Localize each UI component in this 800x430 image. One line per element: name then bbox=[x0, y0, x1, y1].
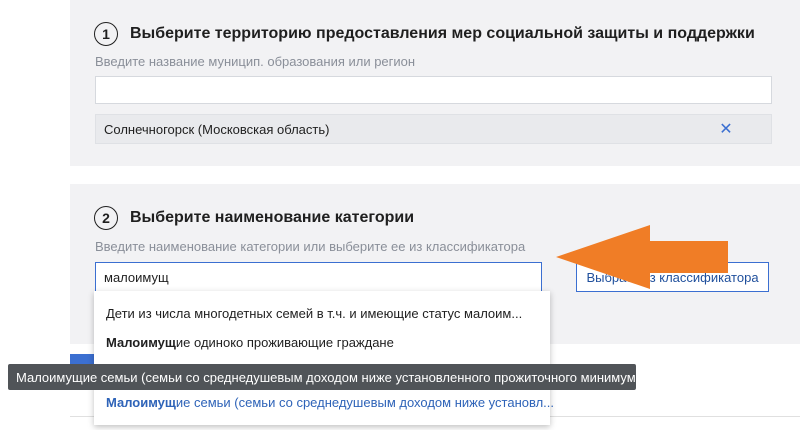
category-search-input[interactable] bbox=[95, 262, 542, 292]
category-hint: Введите наименование категории или выбер… bbox=[95, 239, 526, 254]
territory-hint: Введите название муницип. образования ил… bbox=[95, 54, 416, 69]
category-suggestions-dropdown: Дети из числа многодетных семей в т.ч. и… bbox=[94, 291, 554, 425]
step-number: 2 bbox=[94, 206, 118, 230]
territory-section: 1 Выберите территорию предоставления мер… bbox=[70, 0, 800, 166]
step-number: 1 bbox=[94, 22, 118, 46]
category-step-title: Выберите наименование категории bbox=[130, 209, 415, 226]
suggestion-item[interactable]: Малоимущие одиноко проживающие граждане bbox=[106, 335, 394, 350]
territory-search-input[interactable] bbox=[95, 76, 772, 104]
suggestion-item-highlighted[interactable]: Малоимущие семьи (семьи со среднедушевым… bbox=[106, 395, 554, 410]
arrow-left-icon bbox=[556, 225, 728, 289]
selected-territory: Солнечногорск (Московская область) ✕ bbox=[95, 114, 772, 144]
territory-step-title: Выберите территорию предоставления мер с… bbox=[130, 25, 755, 42]
territory-step-header: 1 Выберите территорию предоставления мер… bbox=[94, 22, 755, 46]
category-step-header: 2 Выберите наименование категории bbox=[94, 206, 414, 230]
close-icon[interactable]: ✕ bbox=[717, 120, 735, 138]
annotation-arrow-shape bbox=[556, 225, 728, 289]
suggestion-tooltip: Малоимущие семьи (семьи со среднедушевым… bbox=[8, 364, 647, 390]
selected-territory-label: Солнечногорск (Московская область) bbox=[104, 121, 330, 137]
suggestion-item[interactable]: Дети из числа многодетных семей в т.ч. и… bbox=[106, 306, 522, 321]
